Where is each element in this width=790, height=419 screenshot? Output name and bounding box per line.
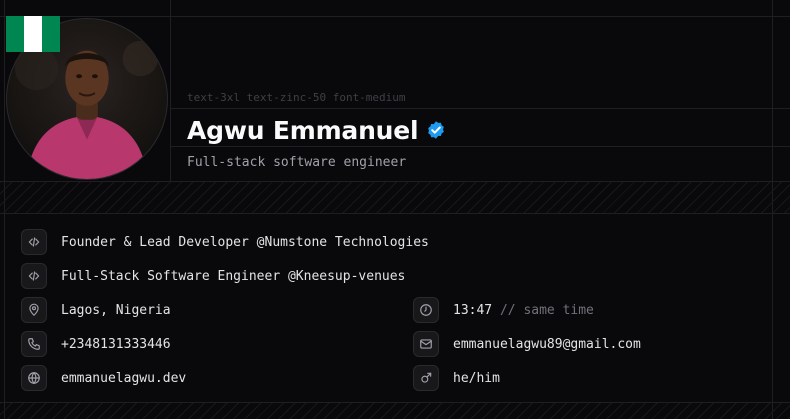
job-1-text: Founder & Lead Developer @Numstone Techn… — [61, 234, 429, 250]
local-time-value: 13:47 — [453, 302, 493, 318]
website-link[interactable]: emmanuelagwu.dev — [61, 371, 186, 386]
hatch-footer — [0, 403, 790, 419]
info-location: Lagos, Nigeria — [21, 297, 171, 323]
subtitle: Full-stack software engineer — [187, 155, 407, 170]
info-job-1: Founder & Lead Developer @Numstone Techn… — [21, 229, 429, 255]
info-time: 13:47 // same time — [413, 297, 594, 323]
grid-line-avatar — [170, 0, 171, 181]
grid-line-info-top — [0, 213, 790, 214]
phone-link[interactable]: +2348131333446 — [61, 337, 171, 352]
job-2-text: Full-Stack Software Engineer @Kneesup-ve… — [61, 268, 406, 284]
pronouns-text: he/him — [453, 370, 500, 386]
grid-line-top — [0, 16, 790, 17]
grid-line-hint — [170, 108, 790, 109]
verified-badge-icon — [428, 121, 445, 139]
code-icon — [21, 229, 47, 255]
hatch-divider — [0, 182, 790, 213]
info-job-2: Full-Stack Software Engineer @Kneesup-ve… — [21, 263, 405, 289]
clock-icon — [413, 297, 439, 323]
globe-icon — [21, 365, 47, 391]
local-time: 13:47 // same time — [453, 303, 594, 318]
class-hint-text: text-3xl text-zinc-50 font-medium — [187, 91, 406, 104]
email-link[interactable]: emmanuelagwu89@gmail.com — [453, 337, 641, 352]
mail-icon — [413, 331, 439, 357]
location-text: Lagos, Nigeria — [61, 302, 171, 318]
phone-icon — [21, 331, 47, 357]
map-pin-icon — [21, 297, 47, 323]
info-phone[interactable]: +2348131333446 — [21, 331, 171, 357]
local-time-note: // same time — [499, 302, 594, 318]
page-title: Agwu Emmanuel — [187, 115, 419, 145]
info-website[interactable]: emmanuelagwu.dev — [21, 365, 186, 391]
nigeria-flag-icon — [6, 16, 60, 52]
info-pronouns: he/him — [413, 365, 500, 391]
name-row: Agwu Emmanuel — [187, 112, 446, 148]
code-icon — [21, 263, 47, 289]
info-email[interactable]: emmanuelagwu89@gmail.com — [413, 331, 641, 357]
mars-icon — [413, 365, 439, 391]
